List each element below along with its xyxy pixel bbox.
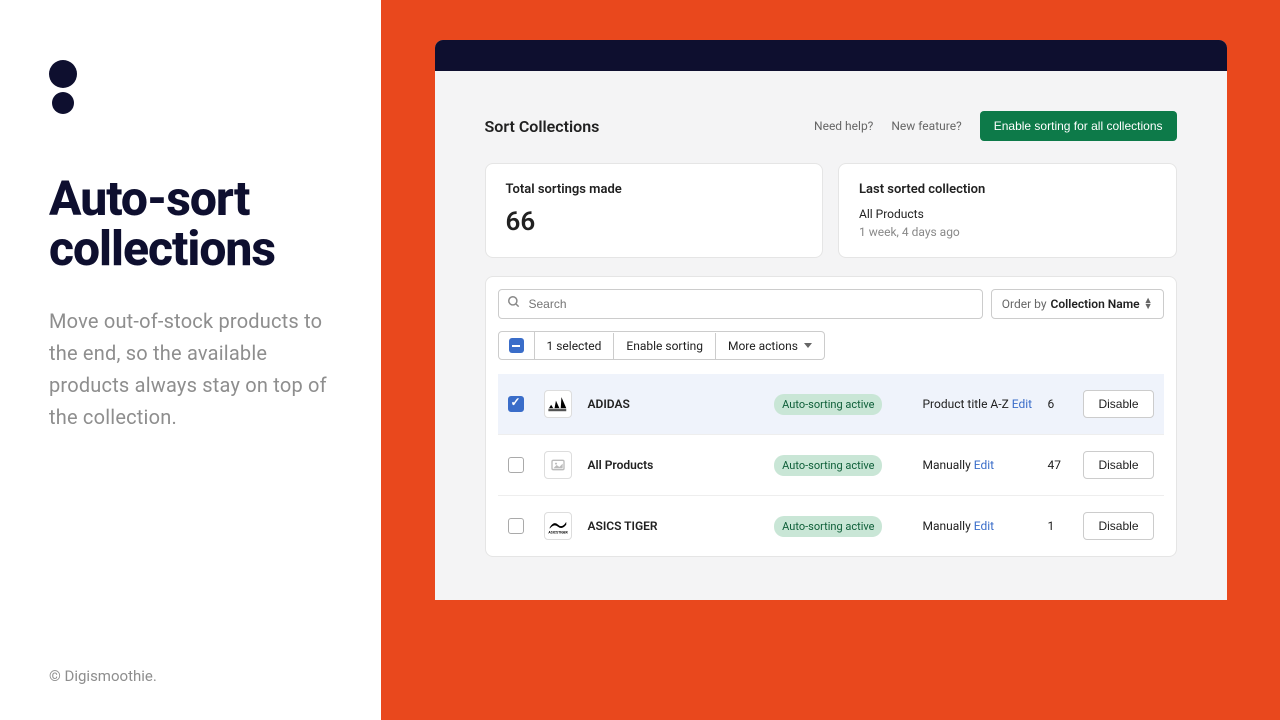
product-count: 6 <box>1047 397 1083 411</box>
last-sorted-time: 1 week, 4 days ago <box>859 225 1156 239</box>
search-container <box>498 289 983 319</box>
new-feature-link[interactable]: New feature? <box>891 119 961 133</box>
section-title: Sort Collections <box>485 117 600 136</box>
table-row: All Products Auto-sorting active Manuall… <box>498 435 1164 496</box>
status-badge: Auto-sorting active <box>774 455 882 476</box>
edit-link[interactable]: Edit <box>974 519 994 533</box>
select-all-checkbox[interactable] <box>499 332 535 359</box>
row-checkbox[interactable] <box>508 457 524 473</box>
last-sorted-label: Last sorted collection <box>859 182 1156 197</box>
bulk-action-bar: 1 selected Enable sorting More actions <box>498 331 825 360</box>
app-topbar <box>435 40 1227 71</box>
help-link[interactable]: Need help? <box>814 119 873 133</box>
edit-link[interactable]: Edit <box>1012 397 1032 411</box>
svg-text:ASICSTIGER: ASICSTIGER <box>548 531 568 535</box>
enable-all-button[interactable]: Enable sorting for all collections <box>980 111 1177 141</box>
collection-thumb <box>544 390 572 418</box>
copyright: © Digismoothie. <box>49 667 157 685</box>
search-icon <box>507 295 521 313</box>
more-actions-button[interactable]: More actions <box>716 333 824 359</box>
collection-thumb <box>544 451 572 479</box>
row-checkbox[interactable] <box>508 518 524 534</box>
sort-arrows-icon: ▲▼ <box>1144 298 1153 311</box>
disable-button[interactable]: Disable <box>1083 512 1153 540</box>
disable-button[interactable]: Disable <box>1083 451 1153 479</box>
last-sorted-card: Last sorted collection All Products 1 we… <box>838 163 1177 258</box>
order-select[interactable]: Order by Collection Name ▲▼ <box>991 289 1164 319</box>
sort-mode: Manually Edit <box>922 458 1047 472</box>
sort-mode: Product title A-Z Edit <box>922 397 1047 411</box>
table-row: ADIDAS Auto-sorting active Product title… <box>498 374 1164 435</box>
selected-count: 1 selected <box>535 333 615 359</box>
table-row: ASICSTIGER ASICS TIGER Auto-sorting acti… <box>498 496 1164 556</box>
enable-sorting-button[interactable]: Enable sorting <box>614 333 716 359</box>
edit-link[interactable]: Edit <box>974 458 994 472</box>
disable-button[interactable]: Disable <box>1083 390 1153 418</box>
collection-name[interactable]: All Products <box>588 458 775 472</box>
collection-name[interactable]: ADIDAS <box>588 397 775 411</box>
total-sortings-label: Total sortings made <box>506 182 803 197</box>
collection-name[interactable]: ASICS TIGER <box>588 519 775 533</box>
status-badge: Auto-sorting active <box>774 516 882 537</box>
status-badge: Auto-sorting active <box>774 394 882 415</box>
sort-mode: Manually Edit <box>922 519 1047 533</box>
row-checkbox[interactable] <box>508 396 524 412</box>
product-count: 47 <box>1047 458 1083 472</box>
chevron-down-icon <box>804 343 812 348</box>
total-sortings-value: 66 <box>506 207 803 237</box>
total-sortings-card: Total sortings made 66 <box>485 163 824 258</box>
page-subtitle: Move out-of-stock products to the end, s… <box>49 305 351 433</box>
collections-card: Order by Collection Name ▲▼ 1 selected E… <box>485 276 1177 557</box>
page-heading: Auto-sort collections <box>49 174 351 275</box>
last-sorted-name: All Products <box>859 207 1156 221</box>
logo <box>49 60 351 114</box>
collection-thumb: ASICSTIGER <box>544 512 572 540</box>
product-count: 1 <box>1047 519 1083 533</box>
app-window: Sort Collections Need help? New feature?… <box>435 40 1227 600</box>
search-input[interactable] <box>498 289 983 319</box>
